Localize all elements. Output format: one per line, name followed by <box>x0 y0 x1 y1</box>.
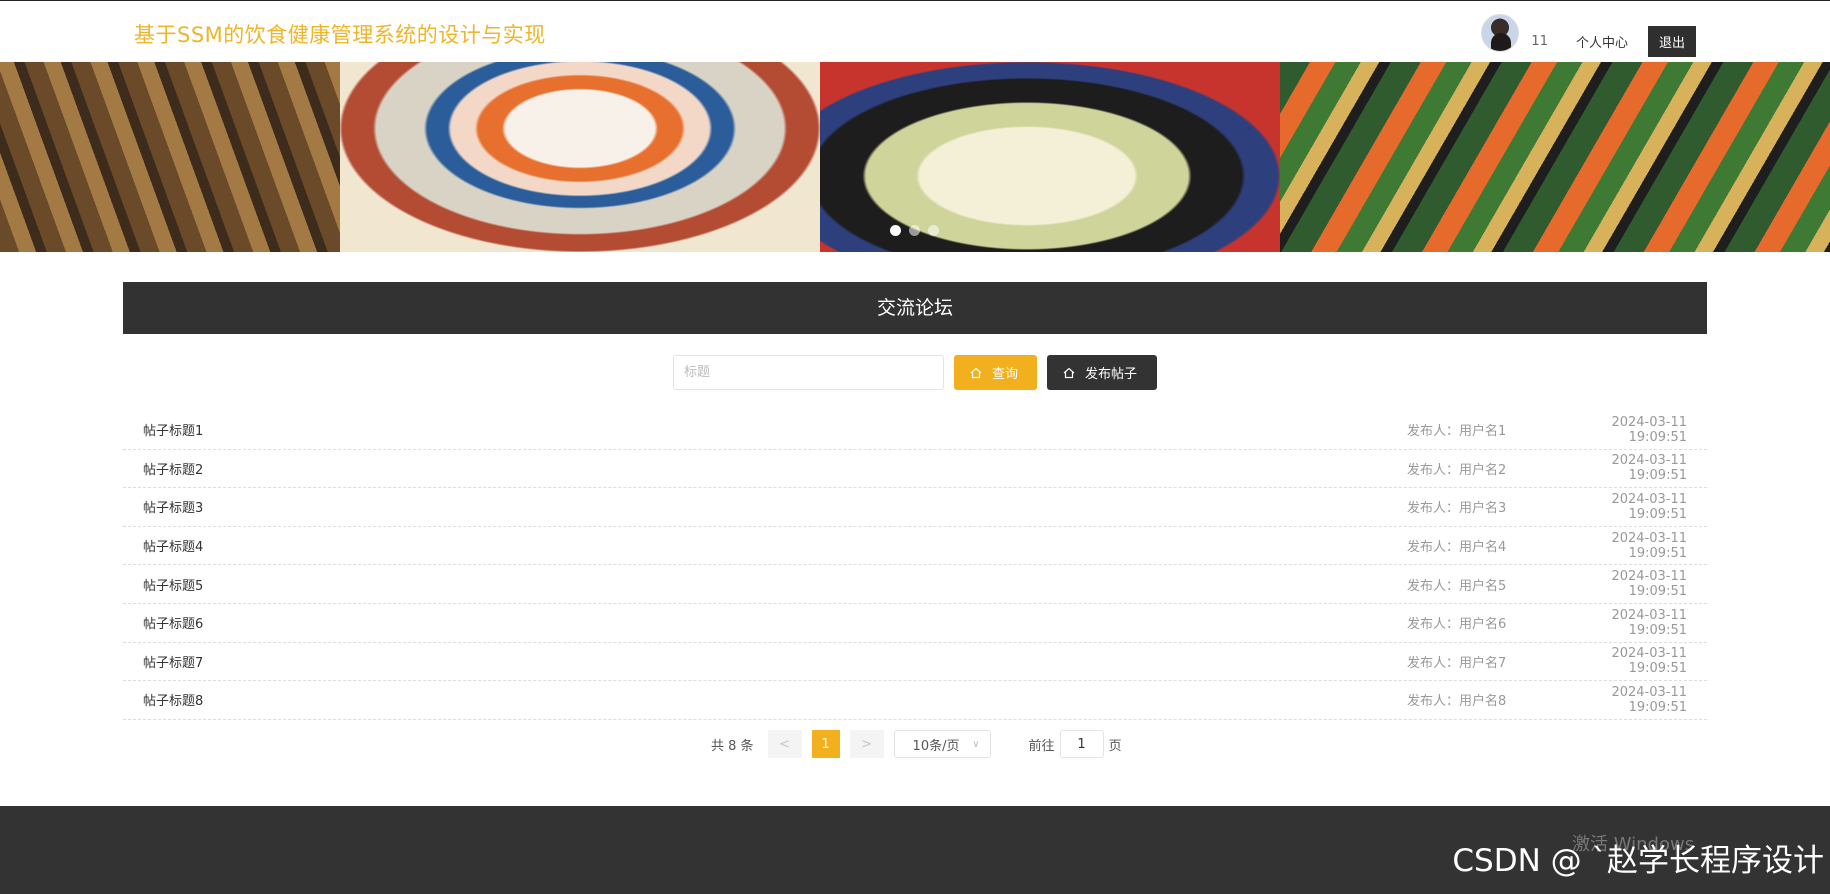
post-author: 发布人：用户名5 <box>1407 578 1507 594</box>
top-navbar: 基于SSM的饮食健康管理系统的设计与实现 11 个人中心 退出 <box>0 0 1830 62</box>
post-time: 2024-03-11 19:09:51 <box>1611 491 1687 522</box>
post-title[interactable]: 帖子标题1 <box>143 420 1407 439</box>
post-time: 2024-03-11 19:09:51 <box>1611 684 1687 715</box>
csdn-watermark: CSDN @ `赵学长程序设计 <box>1452 843 1824 879</box>
post-time: 2024-03-11 19:09:51 <box>1611 646 1687 677</box>
home-icon <box>970 367 982 378</box>
post-title[interactable]: 帖子标题6 <box>143 613 1407 632</box>
chevron-down-icon: ∨ <box>972 738 980 750</box>
banner-carousel[interactable] <box>0 62 1830 252</box>
post-title[interactable]: 帖子标题8 <box>143 690 1407 709</box>
carousel-dot-1[interactable] <box>890 225 901 236</box>
home-icon <box>1063 367 1075 378</box>
banner-image <box>340 62 820 252</box>
post-author: 发布人：用户名6 <box>1407 617 1507 633</box>
page-size-select[interactable]: 10条/页 ∨ <box>893 730 991 758</box>
publish-post-label: 发布帖子 <box>1085 367 1138 382</box>
post-author: 发布人：用户名7 <box>1407 655 1507 671</box>
user-area: 11 个人中心 退出 <box>1481 9 1696 57</box>
next-page-button[interactable]: > <box>849 730 884 758</box>
post-title[interactable]: 帖子标题5 <box>143 575 1407 594</box>
title-search-input[interactable] <box>673 355 944 390</box>
post-time: 2024-03-11 19:09:51 <box>1611 607 1687 638</box>
post-author: 发布人：用户名1 <box>1407 424 1507 440</box>
prev-page-button[interactable]: < <box>767 730 802 758</box>
goto-suffix: 页 <box>1108 738 1122 754</box>
publish-post-button[interactable]: 发布帖子 <box>1047 355 1157 390</box>
logout-button[interactable]: 退出 <box>1647 25 1696 57</box>
carousel-dot-2[interactable] <box>909 225 920 236</box>
post-time: 2024-03-11 19:09:51 <box>1611 453 1687 484</box>
pagination: 共 8 条 < 1 > 10条/页 ∨ 前往 1 页 <box>711 730 1122 758</box>
post-title[interactable]: 帖子标题2 <box>143 459 1407 478</box>
post-author: 发布人：用户名4 <box>1407 540 1507 556</box>
post-title[interactable]: 帖子标题3 <box>143 497 1407 516</box>
post-author: 发布人：用户名3 <box>1407 501 1507 517</box>
profile-link[interactable]: 个人中心 <box>1576 32 1628 51</box>
list-item[interactable]: 帖子标题4 发布人：用户名4 2024-03-11 19:09:51 <box>123 527 1707 566</box>
list-item[interactable]: 帖子标题7 发布人：用户名7 2024-03-11 19:09:51 <box>123 643 1707 682</box>
site-title[interactable]: 基于SSM的饮食健康管理系统的设计与实现 <box>134 19 546 49</box>
banner-image <box>820 62 1280 252</box>
query-button-label: 查询 <box>992 367 1019 382</box>
banner-image <box>0 62 340 252</box>
list-item[interactable]: 帖子标题3 发布人：用户名3 2024-03-11 19:09:51 <box>123 488 1707 527</box>
page-size-value: 10条/页 <box>912 738 960 754</box>
avatar[interactable] <box>1481 14 1520 52</box>
query-button[interactable]: 查询 <box>954 355 1037 390</box>
page-number-1[interactable]: 1 <box>811 730 840 758</box>
goto-prefix: 前往 <box>1028 738 1055 754</box>
list-item[interactable]: 帖子标题6 发布人：用户名6 2024-03-11 19:09:51 <box>123 604 1707 643</box>
post-author: 发布人：用户名2 <box>1407 462 1507 478</box>
forum-title: 交流论坛 <box>123 282 1707 334</box>
post-time: 2024-03-11 19:09:51 <box>1611 530 1687 561</box>
post-title[interactable]: 帖子标题4 <box>143 536 1407 555</box>
post-title[interactable]: 帖子标题7 <box>143 652 1407 671</box>
username-label: 11 <box>1531 33 1548 49</box>
post-time: 2024-03-11 19:09:51 <box>1611 569 1687 600</box>
search-bar: 查询 发布帖子 <box>673 355 1157 390</box>
list-item[interactable]: 帖子标题2 发布人：用户名2 2024-03-11 19:09:51 <box>123 450 1707 489</box>
carousel-dot-3[interactable] <box>928 225 939 236</box>
list-item[interactable]: 帖子标题5 发布人：用户名5 2024-03-11 19:09:51 <box>123 565 1707 604</box>
list-item[interactable]: 帖子标题8 发布人：用户名8 2024-03-11 19:09:51 <box>123 681 1707 720</box>
total-count: 共 8 条 <box>711 738 754 754</box>
post-list: 帖子标题1 发布人：用户名1 2024-03-11 19:09:51 帖子标题2 发布… <box>123 411 1707 720</box>
goto-page-input[interactable]: 1 <box>1059 730 1104 758</box>
post-time: 2024-03-11 19:09:51 <box>1611 414 1687 445</box>
list-item[interactable]: 帖子标题1 发布人：用户名1 2024-03-11 19:09:51 <box>123 411 1707 450</box>
carousel-indicators <box>890 225 939 236</box>
post-author: 发布人：用户名8 <box>1407 694 1507 710</box>
banner-image <box>1280 62 1830 252</box>
